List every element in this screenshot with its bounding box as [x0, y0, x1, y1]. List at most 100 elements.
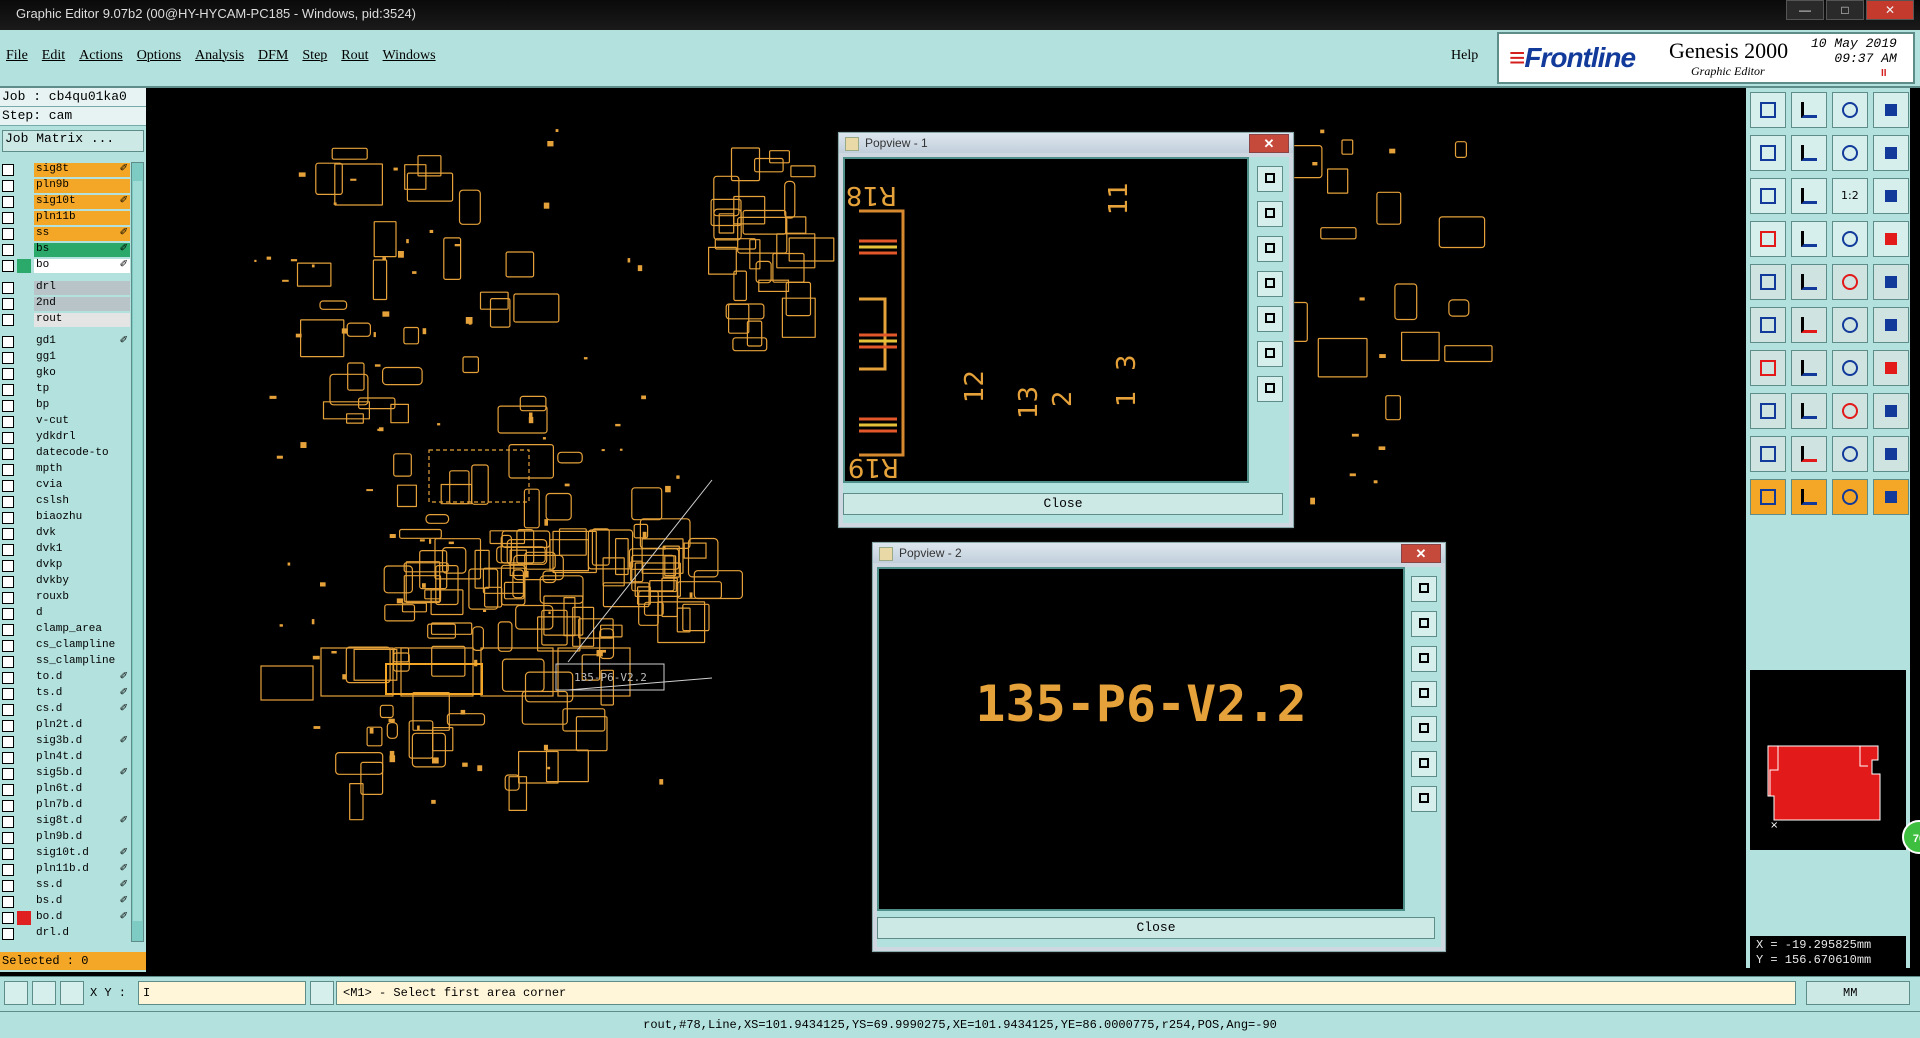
layer-name[interactable]: dvkp [34, 559, 130, 573]
layer-color-swatch[interactable] [17, 495, 31, 509]
layer-color-swatch[interactable] [17, 367, 31, 381]
menu-file[interactable]: File [6, 48, 28, 64]
layer-row[interactable]: pln2t.d [0, 718, 130, 734]
layer-visibility-checkbox[interactable] [2, 832, 14, 844]
layer-name[interactable]: sig10t ✐ [34, 195, 130, 209]
popview-tool-5[interactable] [1411, 716, 1437, 742]
layer-row[interactable]: sig5b.d ✐ [0, 766, 130, 782]
circle-tool-icon[interactable] [1873, 264, 1909, 300]
layer-color-swatch[interactable] [17, 703, 31, 717]
layer-row[interactable]: cvia [0, 478, 130, 494]
grid-icon[interactable] [60, 981, 84, 1005]
layer-name[interactable]: gd1 ✐ [34, 335, 130, 349]
layer-visibility-checkbox[interactable] [2, 928, 14, 940]
popview-tool-2[interactable] [1411, 611, 1437, 637]
layer-name[interactable]: dvkby [34, 575, 130, 589]
layer-name[interactable]: pln9b.d [34, 831, 130, 845]
layer-visibility-checkbox[interactable] [2, 912, 14, 924]
layer-name[interactable]: pln4t.d [34, 751, 130, 765]
layer-row[interactable]: cslsh [0, 494, 130, 510]
layer-row[interactable]: cs.d ✐ [0, 702, 130, 718]
layer-visibility-checkbox[interactable] [2, 624, 14, 636]
layer-color-swatch[interactable] [17, 543, 31, 557]
layer-name[interactable]: sig8t.d ✐ [34, 815, 130, 829]
triangle-b-icon[interactable] [1791, 436, 1827, 472]
layer-color-swatch[interactable] [17, 431, 31, 445]
layer-color-swatch[interactable] [17, 179, 31, 193]
ratio-icon[interactable]: 1:2 [1832, 178, 1868, 214]
maximize-button[interactable]: □ [1826, 0, 1864, 20]
layer-color-swatch[interactable] [17, 163, 31, 177]
popview-tool-3[interactable] [1411, 646, 1437, 672]
layer-name[interactable]: dvk1 [34, 543, 130, 557]
layer-name[interactable]: rout [34, 313, 130, 327]
popview-tool-4[interactable] [1411, 681, 1437, 707]
layer-row[interactable]: bs ✐ [0, 242, 130, 258]
layer-color-swatch[interactable] [17, 591, 31, 605]
layer-visibility-checkbox[interactable] [2, 314, 14, 326]
unit-selector[interactable]: MM [1806, 981, 1910, 1005]
layer-name[interactable]: bs ✐ [34, 243, 130, 257]
square-tool-icon[interactable] [1873, 393, 1909, 429]
layer-color-swatch[interactable] [17, 227, 31, 241]
layer-row[interactable]: sig8t ✐ [0, 162, 130, 178]
layer-row[interactable]: rout [0, 312, 130, 328]
layer-row[interactable]: pln11b [0, 210, 130, 226]
fit-icon[interactable] [1750, 178, 1786, 214]
popview-tool-6[interactable] [1411, 751, 1437, 777]
layer-visibility-checkbox[interactable] [2, 896, 14, 908]
popview-1-screen[interactable]: R18 11 12 13 2 1 3 R19 [843, 157, 1249, 483]
layer-visibility-checkbox[interactable] [2, 448, 14, 460]
snap-icon[interactable] [4, 981, 28, 1005]
layer-visibility-checkbox[interactable] [2, 282, 14, 294]
layer-color-swatch[interactable] [17, 259, 31, 273]
layer-name[interactable]: bo ✐ [34, 259, 130, 273]
layer-name[interactable]: ss_clampline [34, 655, 130, 669]
menu-edit[interactable]: Edit [42, 48, 65, 64]
input-toggle-icon[interactable] [310, 981, 334, 1005]
layer-visibility-checkbox[interactable] [2, 244, 14, 256]
layer-name[interactable]: bs.d ✐ [34, 895, 130, 909]
layer-row[interactable]: d [0, 606, 130, 622]
layer-visibility-checkbox[interactable] [2, 260, 14, 272]
delete-node-icon[interactable] [1791, 307, 1827, 343]
menu-windows[interactable]: Windows [383, 48, 436, 64]
layer-name[interactable]: 2nd [34, 297, 130, 311]
layer-color-swatch[interactable] [17, 383, 31, 397]
layer-color-swatch[interactable] [17, 815, 31, 829]
layer-name[interactable]: bp [34, 399, 130, 413]
save-icon[interactable] [1791, 92, 1827, 128]
layer-name[interactable]: pln9b [34, 179, 130, 193]
triangle-a-icon[interactable] [1750, 436, 1786, 472]
layer-name[interactable]: cs_clampline [34, 639, 130, 653]
layer-row[interactable]: drl [0, 280, 130, 296]
layer-name[interactable]: gg1 [34, 351, 130, 365]
layer-row[interactable]: dvkby [0, 574, 130, 590]
layer-color-swatch[interactable] [17, 863, 31, 877]
layer-color-swatch[interactable] [17, 607, 31, 621]
arc-icon[interactable] [1791, 350, 1827, 386]
layer-color-swatch[interactable] [17, 415, 31, 429]
layer-color-swatch[interactable] [17, 313, 31, 327]
layer-color-swatch[interactable] [17, 847, 31, 861]
layer-name[interactable]: mpth [34, 463, 130, 477]
popview-tool-6[interactable] [1257, 341, 1283, 367]
layer-visibility-checkbox[interactable] [2, 368, 14, 380]
popview-tool-5[interactable] [1257, 306, 1283, 332]
layer-name[interactable]: sig8t ✐ [34, 163, 130, 177]
layer-color-swatch[interactable] [17, 195, 31, 209]
layer-row[interactable]: tp [0, 382, 130, 398]
menu-actions[interactable]: Actions [79, 48, 123, 64]
layer-visibility-checkbox[interactable] [2, 416, 14, 428]
layer-visibility-checkbox[interactable] [2, 736, 14, 748]
layer-visibility-checkbox[interactable] [2, 768, 14, 780]
layer-row[interactable]: mpth [0, 462, 130, 478]
layer-name[interactable]: bo.d ✐ [34, 911, 130, 925]
layer-row[interactable]: pln11b.d ✐ [0, 862, 130, 878]
xy-input[interactable]: I [138, 981, 306, 1005]
layer-name[interactable]: pln6t.d [34, 783, 130, 797]
layer-row[interactable]: drl.d [0, 926, 130, 942]
layer-row[interactable]: bs.d ✐ [0, 894, 130, 910]
layer-color-swatch[interactable] [17, 243, 31, 257]
layer-visibility-checkbox[interactable] [2, 212, 14, 224]
